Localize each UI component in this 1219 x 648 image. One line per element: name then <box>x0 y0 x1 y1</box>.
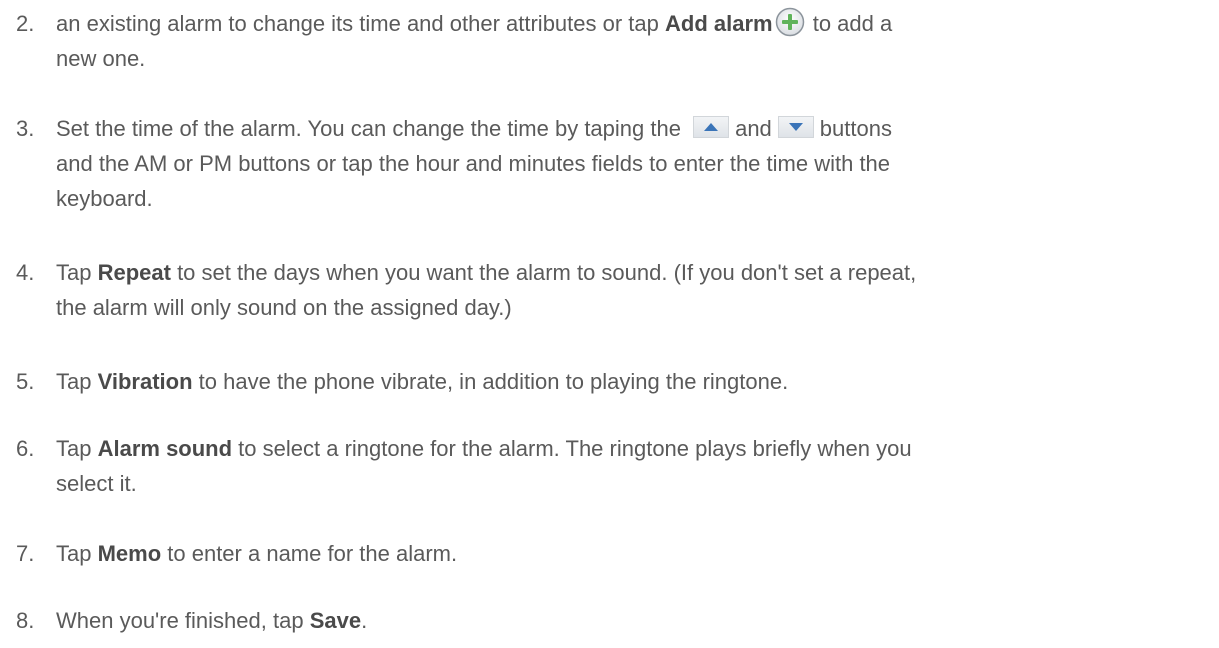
step-line: Tap Memo to enter a name for the alarm. <box>56 541 458 566</box>
add-circle-icon <box>775 7 805 37</box>
step-line: select it. <box>56 471 137 496</box>
step-text: Tap Alarm sound to select a ringtone for… <box>56 431 1206 501</box>
step-text: Tap Repeat to set the days when you want… <box>56 255 1206 325</box>
down-arrow-button-icon <box>777 116 814 139</box>
step-line: an existing alarm to change its time and… <box>56 6 1206 41</box>
step-line: Tap Vibration to have the phone vibrate,… <box>56 369 789 394</box>
step-text: an existing alarm to change its time and… <box>56 6 1206 76</box>
step-number: 6. <box>16 436 35 461</box>
step-number: 4. <box>16 260 35 285</box>
alarm-sound-label: Alarm sound <box>97 436 233 461</box>
up-arrow-button-icon <box>693 116 730 139</box>
memo-label: Memo <box>97 541 162 566</box>
vibration-label: Vibration <box>97 369 193 394</box>
repeat-label: Repeat <box>97 260 171 285</box>
step-text: When you're finished, tap Save. <box>56 603 1206 638</box>
step-line: new one. <box>56 46 146 71</box>
save-label: Save <box>309 608 362 633</box>
step-line: Tap Repeat to set the days when you want… <box>56 260 917 285</box>
step-line: Tap Alarm sound to select a ringtone for… <box>56 436 912 461</box>
step-text: Tap Vibration to have the phone vibrate,… <box>56 364 1206 399</box>
step-line: the alarm will only sound on the assigne… <box>56 295 512 320</box>
step-line: and the AM or PM buttons or tap the hour… <box>56 151 891 176</box>
step-line: When you're finished, tap Save. <box>56 608 368 633</box>
step-line: keyboard. <box>56 186 153 211</box>
step-text: Tap Memo to enter a name for the alarm. <box>56 536 1206 571</box>
step-number: 7. <box>16 541 35 566</box>
step-number: 2. <box>16 11 35 36</box>
step-line: Set the time of the alarm. You can chang… <box>56 116 892 141</box>
step-text: Set the time of the alarm. You can chang… <box>56 111 1206 216</box>
add-alarm-label: Add alarm <box>665 11 773 36</box>
step-number: 5. <box>16 369 35 394</box>
step-number: 8. <box>16 608 35 633</box>
step-number: 3. <box>16 116 35 141</box>
